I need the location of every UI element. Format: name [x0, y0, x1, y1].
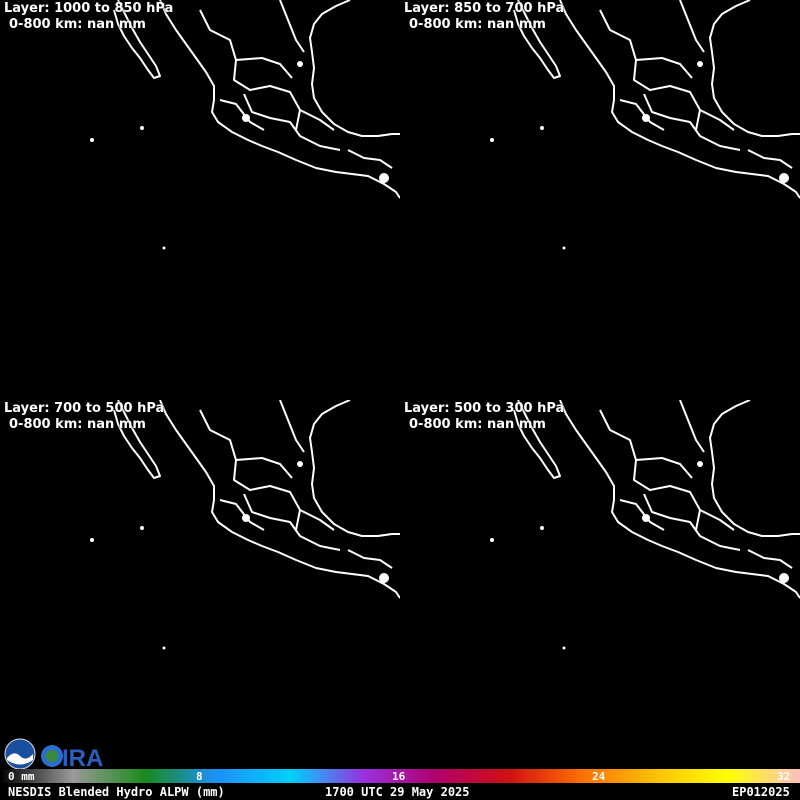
layer-subtitle: 0-800 km: nan mm	[9, 417, 146, 432]
island-shape	[562, 246, 566, 250]
coastline-path	[619, 499, 665, 531]
coastline-path	[235, 457, 293, 479]
coastline-path	[747, 149, 793, 169]
layer-title: Layer: 500 to 300 hPa	[404, 401, 565, 416]
coastline-path	[243, 493, 341, 551]
coastline-map	[490, 400, 800, 650]
coastline-path	[709, 400, 800, 537]
island-shape	[697, 461, 703, 467]
layer-title: Layer: 700 to 500 hPa	[4, 401, 165, 416]
island-shape	[162, 646, 166, 650]
coastline-path	[679, 0, 705, 53]
coastline-path	[559, 400, 800, 599]
coastline-path	[643, 93, 741, 151]
layer-title: Layer: 1000 to 850 hPa	[4, 1, 174, 16]
island-shape	[242, 114, 250, 122]
storm-id: EP012025	[732, 785, 790, 799]
coastline-path	[679, 400, 705, 453]
layer-subtitle: 0-800 km: nan mm	[409, 417, 546, 432]
coastline-path	[309, 0, 400, 137]
island-shape	[697, 61, 703, 67]
layer-subtitle: 0-800 km: nan mm	[409, 17, 546, 32]
coastline-map	[90, 400, 400, 650]
scale-tick: 0 mm	[8, 770, 35, 783]
product-name: NESDIS Blended Hydro ALPW (mm)	[8, 785, 225, 799]
island-shape	[562, 646, 566, 650]
island-shape	[90, 138, 94, 142]
island-shape	[779, 573, 789, 583]
coastline-path	[347, 149, 393, 169]
island-shape	[162, 246, 166, 250]
coastline-path	[619, 99, 665, 131]
map-panel-500-300: Layer: 500 to 300 hPa 0-800 km: nan mm	[400, 400, 800, 768]
island-shape	[140, 526, 144, 530]
island-shape	[140, 126, 144, 130]
coastline-path	[309, 400, 400, 537]
coastline-path	[159, 400, 400, 599]
cira-logo-icon: IRA	[41, 745, 103, 770]
coastline-path	[219, 99, 265, 131]
map-panel-700-500: Layer: 700 to 500 hPa 0-800 km: nan mm	[0, 400, 400, 768]
map-panel-1000-850: Layer: 1000 to 850 hPa 0-800 km: nan mm	[0, 0, 400, 384]
coastline-path	[635, 57, 693, 79]
noaa-logo-icon	[4, 738, 36, 770]
island-shape	[540, 526, 544, 530]
scale-tick: 32	[777, 770, 791, 783]
footer-bar: NESDIS Blended Hydro ALPW (mm) 1700 UTC …	[0, 784, 800, 800]
coastline-path	[243, 93, 341, 151]
coastline-map	[90, 0, 400, 250]
agency-logos: IRA	[4, 738, 103, 770]
coastline-path	[709, 0, 800, 137]
island-shape	[297, 61, 303, 67]
coastline-path	[279, 0, 305, 53]
coastline-path	[235, 57, 293, 79]
layer-subtitle: 0-800 km: nan mm	[9, 17, 146, 32]
island-shape	[779, 173, 789, 183]
map-panel-850-700: Layer: 850 to 700 hPa 0-800 km: nan mm	[400, 0, 800, 384]
svg-text:IRA: IRA	[62, 745, 103, 770]
island-shape	[297, 461, 303, 467]
island-shape	[90, 538, 94, 542]
coastline-path	[219, 499, 265, 531]
island-shape	[379, 573, 389, 583]
island-shape	[379, 173, 389, 183]
layer-title: Layer: 850 to 700 hPa	[404, 1, 565, 16]
coastline-path	[747, 549, 793, 569]
island-shape	[490, 138, 494, 142]
scale-tick: 16	[392, 770, 406, 783]
coastline-path	[279, 400, 305, 453]
coastline-map	[490, 0, 800, 250]
island-shape	[540, 126, 544, 130]
island-shape	[242, 514, 250, 522]
coastline-path	[559, 0, 800, 199]
island-shape	[490, 538, 494, 542]
scale-tick: 8	[196, 770, 203, 783]
island-shape	[642, 114, 650, 122]
valid-time: 1700 UTC 29 May 2025	[325, 785, 470, 799]
coastline-path	[159, 0, 400, 199]
coastline-path	[347, 549, 393, 569]
coastline-path	[635, 457, 693, 479]
scale-tick: 24	[592, 770, 606, 783]
island-shape	[642, 514, 650, 522]
coastline-path	[643, 493, 741, 551]
